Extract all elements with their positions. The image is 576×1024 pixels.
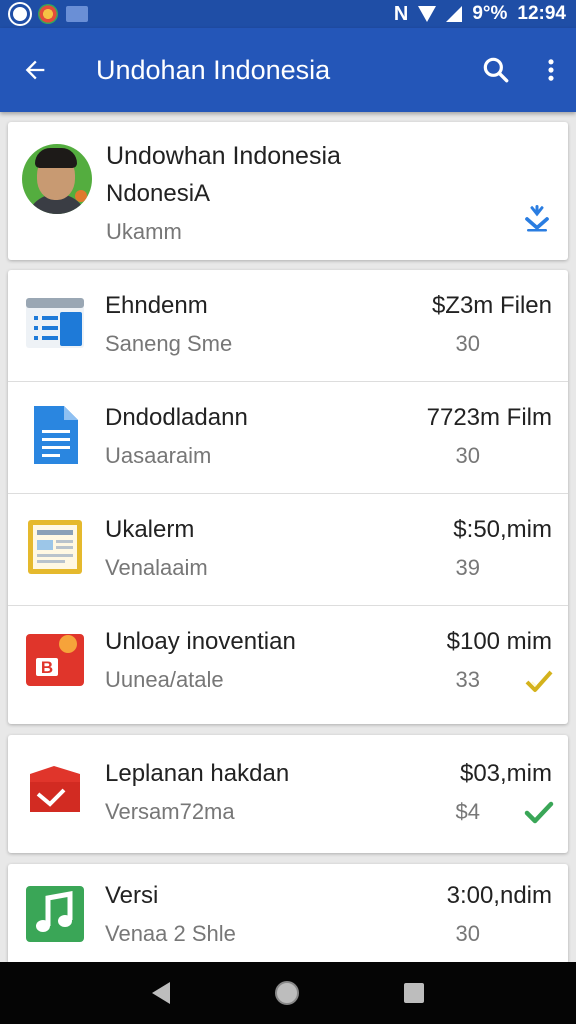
status-system-icons: N 9°% 12:94 (394, 3, 566, 26)
mail-icon (30, 766, 80, 812)
status-bar: N 9°% 12:94 (0, 0, 576, 28)
item-price: 7723m Film (426, 404, 552, 431)
item-subtitle: Uunea/atale (105, 667, 224, 692)
svg-text:B: B (41, 658, 53, 677)
download-card: Versi Venaa 2 Shle 3:00,ndim 30 (8, 864, 568, 964)
item-price: 3:00,ndim (446, 882, 552, 909)
search-button[interactable] (466, 28, 526, 112)
document-icon (34, 406, 78, 464)
list-icon (26, 298, 84, 348)
item-count: 30 (455, 331, 480, 356)
item-count: 33 (455, 667, 480, 692)
status-notification-icons (10, 4, 88, 24)
profile-meta: Ukamm (106, 219, 182, 244)
profile-card[interactable]: Undowhan Indonesia NdonesiA Ukamm (8, 122, 568, 260)
sync-icon (10, 4, 30, 24)
item-subtitle: Venalaaim (105, 555, 208, 580)
download-icon[interactable] (522, 204, 552, 234)
profile-name: Undowhan Indonesia (106, 142, 341, 170)
music-icon (26, 886, 84, 942)
item-subtitle: Uasaaraim (105, 443, 212, 468)
item-count: 39 (455, 555, 480, 580)
nav-home-icon[interactable] (274, 981, 299, 1005)
item-price: $03,mim (459, 760, 552, 787)
chrome-icon (38, 4, 58, 24)
item-count: 30 (455, 443, 480, 468)
item-title: Ehndenm (105, 292, 208, 319)
item-title: Unloay inoventian (105, 628, 296, 655)
back-button[interactable] (0, 28, 70, 112)
item-title: Versi (105, 882, 159, 909)
arrow-left-icon (25, 60, 45, 80)
nfc-icon: N (393, 2, 409, 25)
list-item[interactable]: Versi Venaa 2 Shle 3:00,ndim 30 (8, 860, 568, 972)
check-outline-icon (525, 670, 553, 692)
page-title: Undohan Indonesia (96, 54, 331, 85)
download-list: Ehndenm Saneng Sme $Z3m Filen 30 Dndodla… (8, 270, 568, 724)
item-count: $4 (455, 799, 480, 824)
item-title: Dndodladann (105, 404, 248, 431)
app-bar: Undohan Indonesia (0, 28, 576, 112)
clock: 12:94 (517, 3, 566, 24)
item-title: Leplanan hakdan (105, 760, 290, 787)
more-vert-icon (548, 59, 554, 81)
item-subtitle: Versam72ma (105, 799, 235, 824)
search-icon (483, 57, 509, 83)
system-nav-bar (0, 962, 576, 1024)
item-count: 30 (455, 921, 480, 946)
battery-text: 9°% (472, 3, 508, 24)
overflow-menu-button[interactable] (526, 28, 576, 112)
badge-b-icon: B (26, 634, 84, 686)
list-item[interactable]: Dndodladann Uasaaraim 7723m Film 30 (8, 382, 568, 494)
item-price: $100 mim (446, 628, 552, 655)
item-price: $:50,mim (453, 516, 552, 543)
list-item[interactable]: Ukalerm Venalaaim $:50,mim 39 (8, 494, 568, 606)
download-card: Leplanan hakdan Versam72ma $03,mim $4 (8, 735, 568, 853)
list-item[interactable]: Leplanan hakdan Versam72ma $03,mim $4 (8, 738, 568, 850)
form-icon (28, 520, 82, 574)
list-item[interactable]: B Unloay inoventian Uunea/atale $100 mim… (8, 606, 568, 718)
item-title: Ukalerm (105, 516, 195, 543)
wifi-icon (418, 6, 437, 22)
profile-subtitle: NdonesiA (106, 180, 211, 207)
item-subtitle: Venaa 2 Shle (105, 921, 236, 946)
nav-recents-icon[interactable] (403, 983, 424, 1003)
signal-icon (446, 6, 463, 22)
item-subtitle: Saneng Sme (105, 331, 233, 356)
check-icon (524, 801, 554, 824)
image-icon (66, 6, 88, 22)
nav-back-icon[interactable] (152, 982, 171, 1004)
item-price: $Z3m Filen (431, 292, 552, 319)
avatar (22, 144, 92, 214)
list-item[interactable]: Ehndenm Saneng Sme $Z3m Filen 30 (8, 270, 568, 382)
